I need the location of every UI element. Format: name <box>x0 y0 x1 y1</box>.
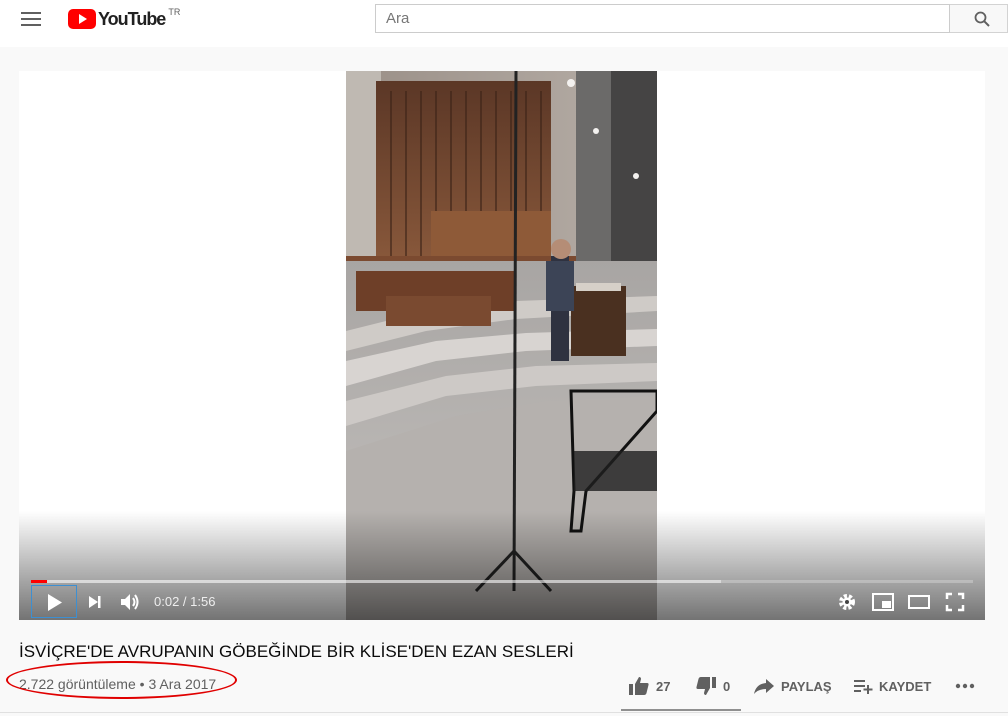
thumbs-down-icon <box>696 677 716 695</box>
play-icon <box>48 594 62 611</box>
like-count: 27 <box>656 678 671 694</box>
search-button[interactable] <box>950 4 1008 33</box>
miniplayer-icon <box>872 593 894 611</box>
next-button[interactable] <box>85 592 105 617</box>
search-box <box>375 4 950 33</box>
thumbs-up-icon <box>629 677 649 695</box>
play-button[interactable] <box>31 585 77 618</box>
logo-text: YouTube <box>98 9 166 29</box>
video-title: İSVİÇRE'DE AVRUPANIN GÖBEĞİNDE BİR KLİSE… <box>19 642 574 661</box>
total-time: 1:56 <box>190 594 216 609</box>
divider <box>0 712 1008 713</box>
progress-bar[interactable] <box>31 580 973 583</box>
like-button[interactable]: 27 <box>628 676 670 696</box>
skip-next-icon <box>89 596 101 608</box>
search-input[interactable] <box>376 5 949 32</box>
theater-mode-icon <box>908 595 930 609</box>
dislike-count: 0 <box>723 678 731 694</box>
save-label: KAYDET <box>879 678 932 694</box>
current-time: 0:02 <box>154 594 180 609</box>
menu-icon[interactable] <box>21 12 41 28</box>
played-bar <box>31 580 47 583</box>
dislike-button[interactable]: 0 <box>695 676 730 696</box>
youtube-play-logo-icon <box>68 9 96 29</box>
theater-mode-button[interactable] <box>907 593 931 616</box>
save-button[interactable]: KAYDET <box>853 677 931 695</box>
fullscreen-icon <box>945 592 965 612</box>
buffered-bar <box>31 580 721 583</box>
volume-icon <box>121 594 139 610</box>
youtube-logo[interactable]: YouTube TR <box>68 7 181 29</box>
search-icon <box>974 11 990 27</box>
sentiment-bar <box>621 709 741 711</box>
more-horiz-icon <box>955 683 975 689</box>
time-separator: / <box>179 594 191 609</box>
playlist-add-icon <box>854 680 873 694</box>
country-code: TR <box>168 7 181 17</box>
miniplayer-button[interactable] <box>872 593 894 616</box>
settings-button[interactable] <box>837 592 857 617</box>
gear-icon <box>839 594 855 610</box>
share-icon <box>754 679 774 694</box>
more-actions-button[interactable] <box>955 683 975 689</box>
share-label: PAYLAŞ <box>781 678 832 694</box>
annotation-circle <box>6 661 237 699</box>
mute-button[interactable] <box>119 591 143 618</box>
fullscreen-button[interactable] <box>945 592 965 617</box>
masthead: YouTube TR <box>0 0 1008 47</box>
time-display: 0:02 / 1:56 <box>154 594 215 609</box>
share-button[interactable]: PAYLAŞ <box>753 677 832 695</box>
video-player[interactable]: 0:02 / 1:56 <box>19 71 985 620</box>
